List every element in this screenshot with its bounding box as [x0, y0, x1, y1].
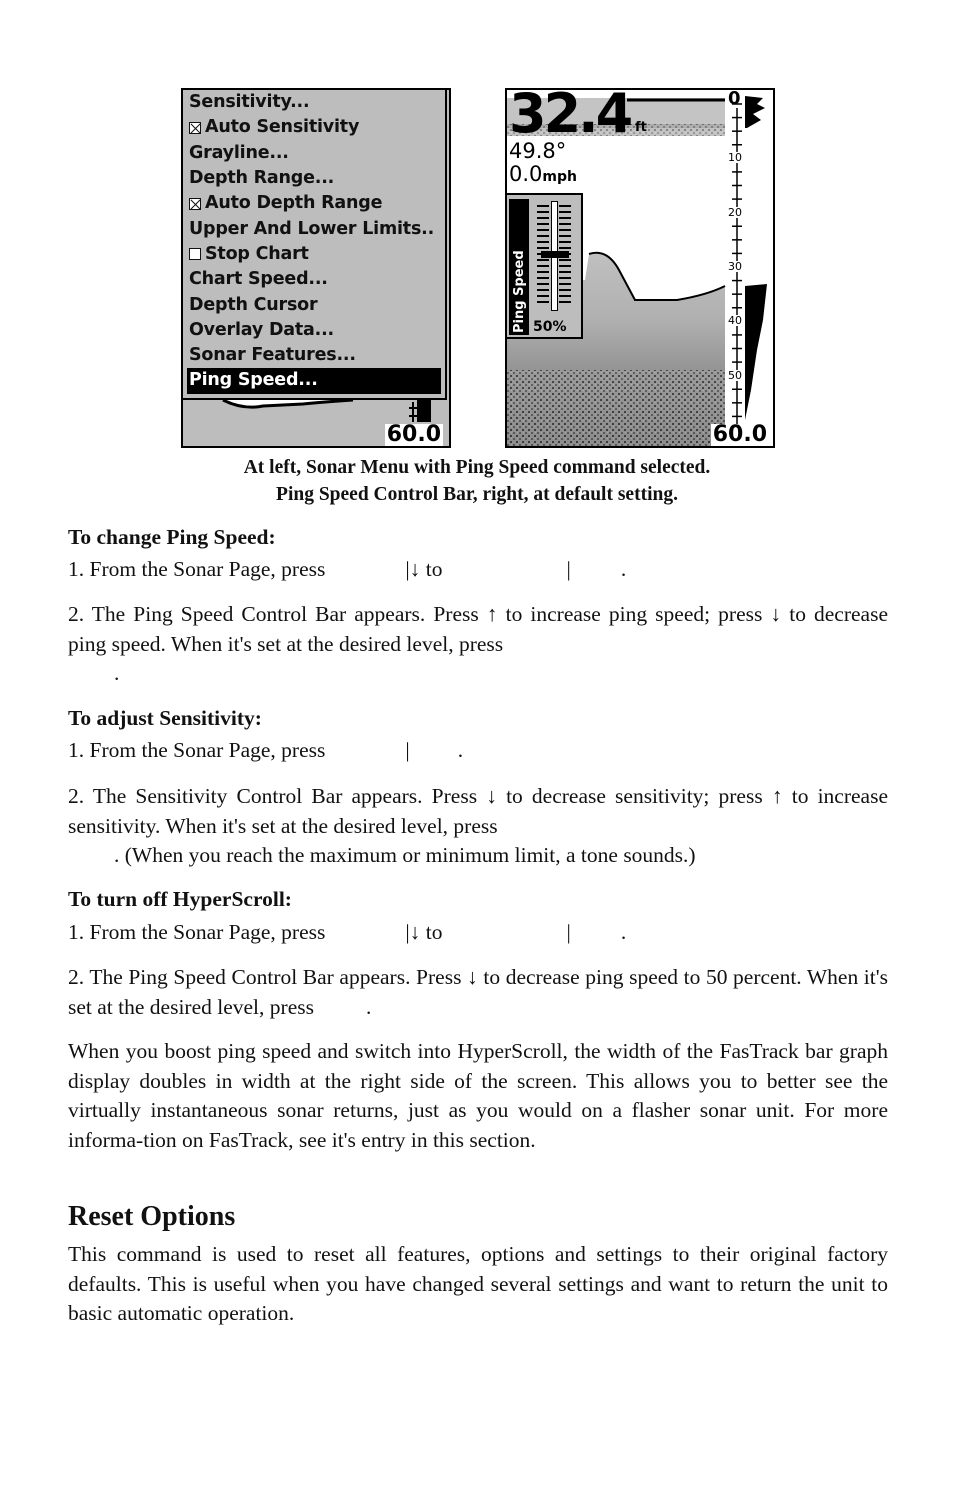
step-text: |↓ to — [405, 920, 443, 944]
step-text: | — [405, 738, 410, 762]
menu-item-label: Overlay Data... — [189, 319, 335, 340]
checkbox-checked-icon[interactable] — [189, 121, 201, 134]
depth-range-readout: 60.0 — [384, 422, 443, 447]
step-text: 1. From the Sonar Page, press — [68, 557, 326, 581]
menu-item[interactable]: Stop Chart — [183, 242, 445, 267]
menu-item[interactable]: Sensitivity... — [183, 90, 445, 115]
menu-item-label: Grayline... — [189, 142, 289, 163]
menu-item-label: Stop Chart — [205, 243, 309, 264]
speed-readout: 0.0mph — [509, 163, 577, 188]
depth-scale-label: 50 — [727, 368, 743, 382]
sensitivity-step-1: 1. From the Sonar Page, press |. — [68, 736, 888, 766]
hyperscroll-step-1: 1. From the Sonar Page, press |↓ to |. — [68, 918, 888, 948]
checkbox-checked-icon[interactable] — [189, 197, 201, 210]
menu-item-label: Ping Speed... — [189, 370, 318, 391]
hyperscroll-step-2: 2. The Ping Speed Control Bar appears. P… — [68, 963, 888, 1022]
sonar-page-screenshot: 32.4 ft 49.8° 0.0mph 0 10 20 30 40 50 Ping S… — [505, 88, 775, 448]
reset-options-body: This command is used to reset all featur… — [68, 1242, 888, 1325]
step-text: . — [457, 738, 464, 762]
heading-turn-off-hyperscroll: To turn off HyperScroll: — [68, 887, 292, 911]
step-text: 2. The Sensitivity Control Bar appears. … — [68, 784, 888, 838]
ping-speed-label-box: Ping Speed — [509, 199, 529, 335]
menu-item-label: Auto Sensitivity — [205, 117, 360, 138]
menu-background-chart: 60.0 — [183, 398, 449, 447]
figure-caption-line-2: Ping Speed Control Bar, right, at defaul… — [276, 484, 678, 505]
ping-speed-label: Ping Speed — [512, 250, 527, 333]
menu-item[interactable]: Depth Range... — [183, 166, 445, 191]
depth-scale-label: 10 — [727, 151, 743, 165]
ping-speed-control-bar[interactable]: Ping Speed 50% — [507, 193, 583, 339]
fastrack-surface-bar — [745, 96, 765, 128]
ping-speed-slider-knob[interactable] — [541, 251, 569, 258]
menu-item-label: Chart Speed... — [189, 269, 328, 290]
menu-item[interactable]: Depth Cursor — [183, 292, 445, 317]
menu-item[interactable]: Upper And Lower Limits.. — [183, 216, 445, 241]
depth-scale-label: 40 — [727, 314, 743, 328]
menu-item[interactable]: Chart Speed... — [183, 267, 445, 292]
speed-value: 0.0 — [509, 162, 543, 186]
menu-item[interactable]: Sonar Features... — [183, 343, 445, 368]
sensitivity-step-2: 2. The Sensitivity Control Bar appears. … — [68, 782, 888, 871]
section-title-reset-options: Reset Options — [68, 1201, 236, 1232]
menu-item-label: Sonar Features... — [189, 345, 356, 366]
ping-speed-value: 50% — [533, 319, 567, 335]
depth-value: 32.4 — [509, 88, 633, 145]
heading-change-ping-speed: To change Ping Speed: — [68, 525, 276, 549]
step-text: . — [620, 557, 627, 581]
menu-item[interactable]: Ping Speed... — [187, 368, 441, 394]
heading-adjust-sensitivity: To adjust Sensitivity: — [68, 706, 262, 730]
step-text: 1. From the Sonar Page, press — [68, 738, 326, 762]
sonar-menu: Sensitivity... Auto Sensitivity Grayline..… — [183, 90, 447, 400]
depth-scale-label: 30 — [727, 260, 743, 273]
figure-caption-line-1: At left, Sonar Menu with Ping Speed comm… — [243, 457, 711, 478]
menu-item-label: Sensitivity... — [189, 92, 310, 113]
menu-item-label: Upper And Lower Limits.. — [189, 218, 435, 239]
menu-item[interactable]: Overlay Data... — [183, 318, 445, 343]
checkbox-unchecked-icon[interactable] — [189, 248, 201, 261]
menu-item[interactable]: Grayline... — [183, 141, 445, 166]
step-text: 2. The Ping Speed Control Bar appears. P… — [68, 602, 888, 656]
change-ping-step-1: 1. From the Sonar Page, press |↓ to |. — [68, 555, 888, 585]
sonar-menu-screenshot: Sensitivity... Auto Sensitivity Grayline..… — [181, 88, 451, 448]
step-text: . (When you reach the maximum or minimum… — [114, 843, 696, 867]
fastrack-bottom-bar — [745, 284, 767, 420]
depth-unit: ft — [635, 120, 647, 135]
menu-item-label: Depth Cursor — [189, 294, 318, 315]
menu-item[interactable]: Auto Sensitivity — [183, 115, 445, 140]
speed-unit: mph — [542, 169, 577, 185]
hyperscroll-note: When you boost ping speed and switch int… — [68, 1039, 888, 1152]
depth-scale-top: 0 — [728, 88, 741, 109]
step-text: | — [566, 920, 571, 944]
step-text: . — [365, 994, 372, 1019]
water-temperature: 49.8° — [509, 139, 567, 163]
change-ping-step-2: 2. The Ping Speed Control Bar appears. P… — [68, 600, 888, 689]
step-text: . — [114, 661, 120, 685]
step-text: | — [566, 557, 571, 581]
depth-scale-label: 20 — [727, 205, 743, 219]
step-text: . — [620, 920, 627, 944]
menu-item[interactable]: Auto Depth Range — [183, 191, 445, 216]
menu-item-label: Depth Range... — [189, 168, 335, 189]
step-text: 1. From the Sonar Page, press — [68, 920, 326, 944]
step-text: 2. The Ping Speed Control Bar appears. P… — [68, 965, 888, 1019]
menu-item-label: Auto Depth Range — [205, 193, 383, 214]
depth-range-readout: 60.0 — [710, 422, 769, 447]
step-text: |↓ to — [405, 557, 443, 581]
